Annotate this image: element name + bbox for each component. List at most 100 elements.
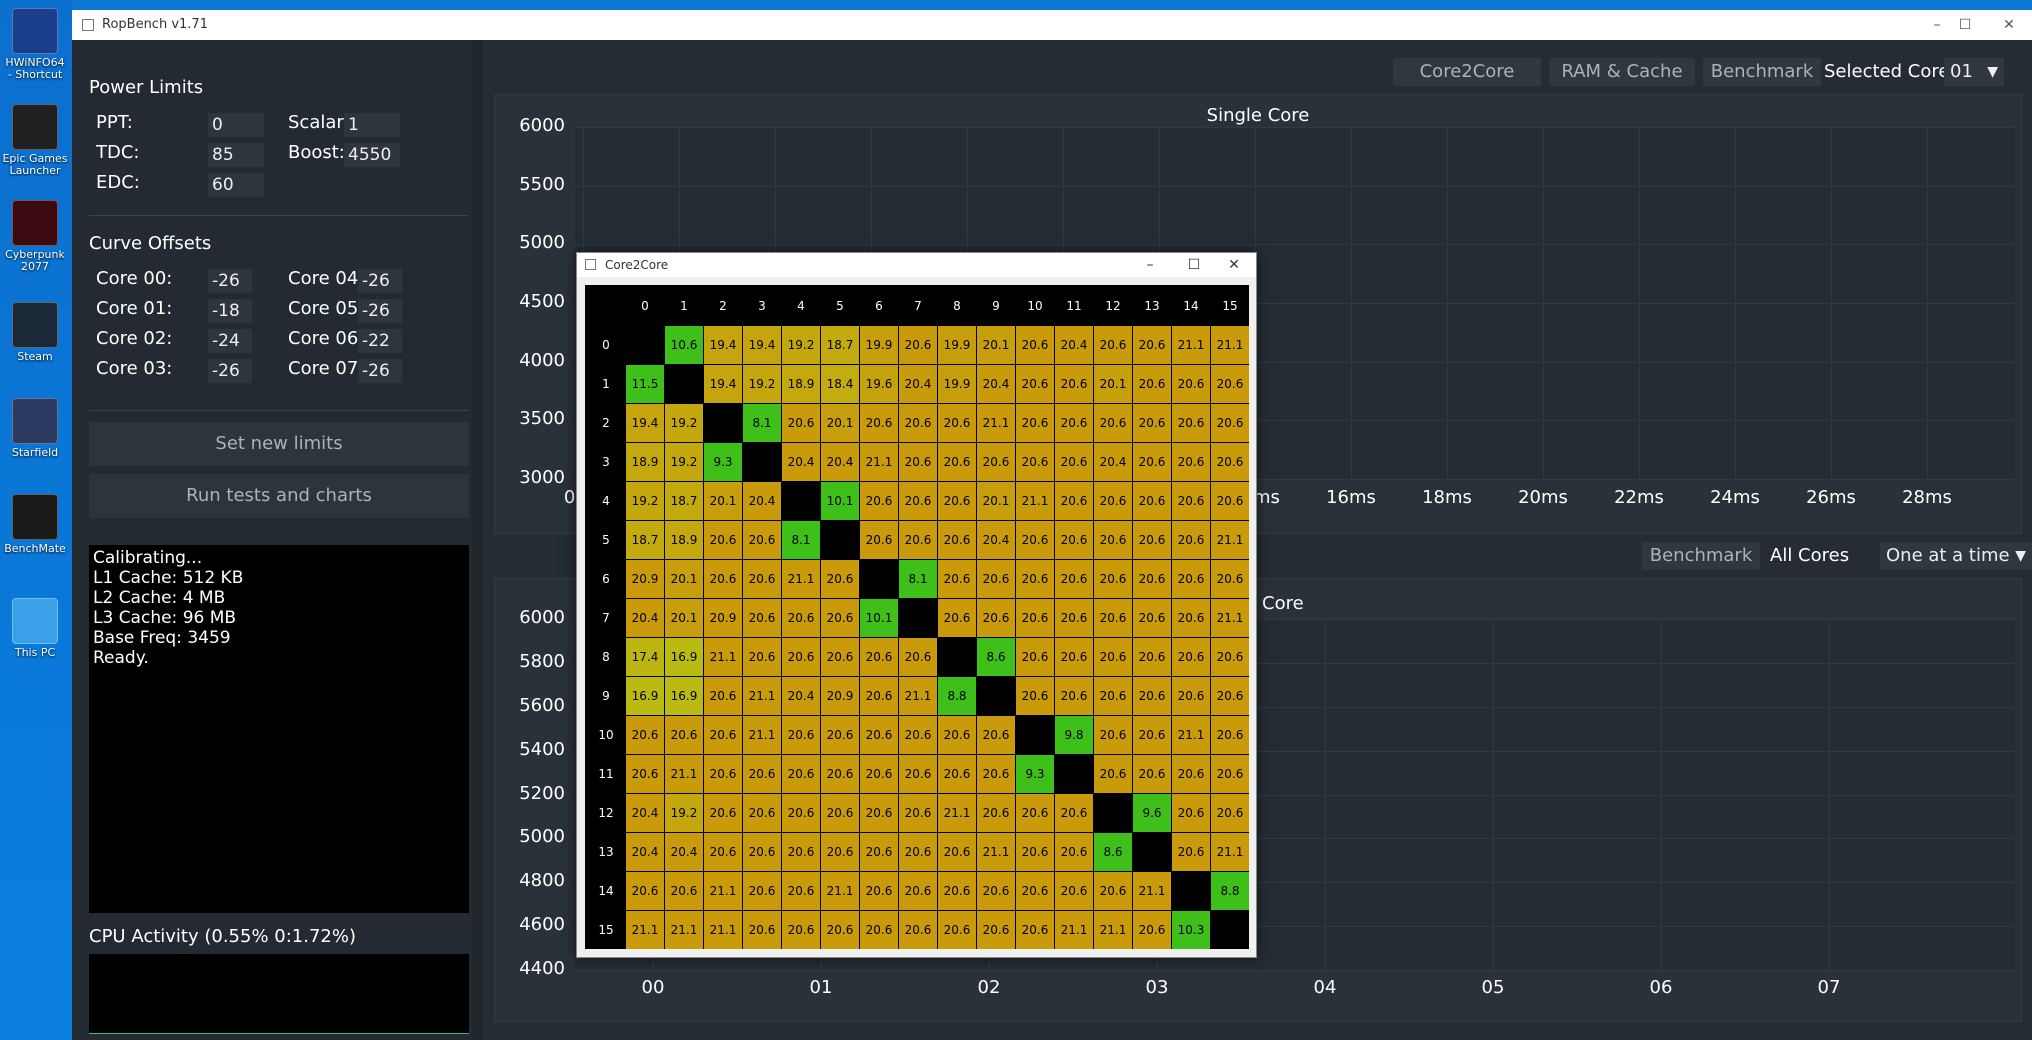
heatmap-row-header: 2 <box>587 404 625 442</box>
selected-core-dropdown[interactable]: 01 ▼ <box>1944 58 2004 86</box>
curve-offset-field[interactable]: -22 <box>358 329 402 353</box>
benchmark-button[interactable]: Benchmark <box>1703 58 1821 86</box>
desktop-icon[interactable]: Steam <box>2 302 68 363</box>
heatmap-cell: 9.8 <box>1055 716 1093 754</box>
y-tick-label: 5200 <box>519 782 565 804</box>
tdc-field[interactable]: 85 <box>208 143 264 167</box>
heatmap-cell: 20.1 <box>704 482 742 520</box>
heatmap-cell: 20.6 <box>1211 677 1249 715</box>
scalar-field[interactable]: 1 <box>344 113 400 137</box>
heatmap-cell: 21.1 <box>1211 521 1249 559</box>
y-tick-label: 5400 <box>519 738 565 760</box>
edc-field[interactable]: 60 <box>208 173 264 197</box>
heatmap-row-header: 8 <box>587 638 625 676</box>
curve-offset-field[interactable]: -26 <box>208 359 252 383</box>
curve-offset-field[interactable]: -26 <box>358 359 402 383</box>
desktop-icon[interactable]: BenchMate <box>2 494 68 555</box>
window-title: RopBench v1.71 <box>102 17 208 32</box>
heatmap-cell: 21.1 <box>704 638 742 676</box>
curve-offset-field[interactable]: -26 <box>358 269 402 293</box>
set-new-limits-button[interactable]: Set new limits <box>89 422 469 466</box>
heatmap-cell: 20.6 <box>860 716 898 754</box>
heatmap-cell: 20.6 <box>782 599 820 637</box>
y-tick-label: 6000 <box>519 115 565 136</box>
c2c-close-button[interactable]: ✕ <box>1211 253 1257 277</box>
heatmap-cell: 18.7 <box>821 326 859 364</box>
ram-cache-button[interactable]: RAM & Cache <box>1549 58 1695 86</box>
heatmap-cell: 20.6 <box>743 560 781 598</box>
heatmap-cell: 20.6 <box>1211 404 1249 442</box>
maximize-button[interactable]: ☐ <box>1942 10 1988 40</box>
heatmap-cell: 20.6 <box>782 716 820 754</box>
window-titlebar[interactable]: RopBench v1.71 – ☐ ✕ <box>72 10 2032 40</box>
heatmap-cell: 8.8 <box>1211 872 1249 910</box>
heatmap-cell: 20.6 <box>1211 638 1249 676</box>
curve-offset-label: Core 00: <box>96 268 173 289</box>
heatmap-col-header: 14 <box>1172 287 1210 325</box>
desktop-icon[interactable]: Epic Games Launcher <box>2 104 68 177</box>
gridline <box>575 970 2015 971</box>
multi-benchmark-button[interactable]: Benchmark <box>1642 542 1760 570</box>
run-tests-button[interactable]: Run tests and charts <box>89 474 469 518</box>
heatmap-cell: 20.6 <box>1055 599 1093 637</box>
curve-offset-field[interactable]: -18 <box>208 299 252 323</box>
heatmap-cell: 20.6 <box>1055 794 1093 832</box>
console-line: Base Freq: 3459 <box>93 628 231 648</box>
heatmap-cell: 20.6 <box>899 833 937 871</box>
heatmap-cell: 10.6 <box>665 326 703 364</box>
heatmap-cell: 20.6 <box>821 911 859 949</box>
heatmap-cell: 20.6 <box>1016 560 1054 598</box>
heatmap-cell: 20.6 <box>1133 482 1171 520</box>
close-button[interactable]: ✕ <box>1986 10 2032 40</box>
desktop-icon-label: Cyberpunk 2077 <box>5 248 65 273</box>
x-tick-label: 28ms <box>1902 487 1952 508</box>
heatmap-cell <box>665 365 703 403</box>
gridline <box>1735 127 1736 479</box>
heatmap-cell: 20.4 <box>626 599 664 637</box>
boost-field[interactable]: 4550 <box>344 143 400 167</box>
scalar-label: Scalar: <box>288 112 350 133</box>
mode-dropdown[interactable]: One at a time ▼ <box>1880 542 2032 570</box>
heatmap-cell: 20.6 <box>977 443 1015 481</box>
heatmap-cell <box>1094 794 1132 832</box>
heatmap-cell: 20.6 <box>860 404 898 442</box>
x-tick-label: 18ms <box>1422 487 1472 508</box>
heatmap-cell: 20.6 <box>743 521 781 559</box>
curve-offset-label: Core 04: <box>288 268 365 289</box>
heatmap-cell: 8.6 <box>1094 833 1132 871</box>
heatmap-cell: 20.6 <box>1016 443 1054 481</box>
curve-offset-field[interactable]: -26 <box>358 299 402 323</box>
curve-offset-label: Core 05: <box>288 298 365 319</box>
heatmap-cell: 21.1 <box>1172 716 1210 754</box>
heatmap-cell <box>704 404 742 442</box>
heatmap-cell: 8.1 <box>899 560 937 598</box>
curve-offset-field[interactable]: -24 <box>208 329 252 353</box>
all-cores-label: All Cores <box>1770 545 1850 566</box>
shortcut-icon <box>12 104 58 150</box>
shortcut-icon <box>12 598 58 644</box>
heatmap-cell: 20.6 <box>821 638 859 676</box>
desktop-icon[interactable]: HWiNFO64 - Shortcut <box>2 8 68 81</box>
desktop-icon[interactable]: Starfield <box>2 398 68 459</box>
heatmap-cell: 20.6 <box>1094 755 1132 793</box>
heatmap-cell: 20.6 <box>1133 560 1171 598</box>
curve-offset-field[interactable]: -26 <box>208 269 252 293</box>
heatmap-cell: 20.6 <box>1094 599 1132 637</box>
heatmap-cell: 19.2 <box>665 443 703 481</box>
heatmap-cell: 20.4 <box>626 833 664 871</box>
heatmap-cell: 21.1 <box>782 560 820 598</box>
heatmap-cell <box>821 521 859 559</box>
ppt-field[interactable]: 0 <box>208 113 264 137</box>
heatmap-cell: 20.6 <box>821 716 859 754</box>
divider <box>89 215 469 216</box>
desktop-icon[interactable]: Cyberpunk 2077 <box>2 200 68 273</box>
heatmap-cell: 20.6 <box>1094 326 1132 364</box>
core2core-titlebar[interactable]: Core2Core – ☐ ✕ <box>577 253 1256 277</box>
core2core-button[interactable]: Core2Core <box>1393 58 1541 86</box>
desktop-icon[interactable]: This PC <box>2 598 68 659</box>
heatmap-cell: 20.9 <box>704 599 742 637</box>
heatmap-cell: 19.2 <box>665 404 703 442</box>
c2c-minimize-button[interactable]: – <box>1127 253 1173 277</box>
heatmap-cell: 20.1 <box>977 482 1015 520</box>
heatmap-cell: 20.6 <box>782 911 820 949</box>
